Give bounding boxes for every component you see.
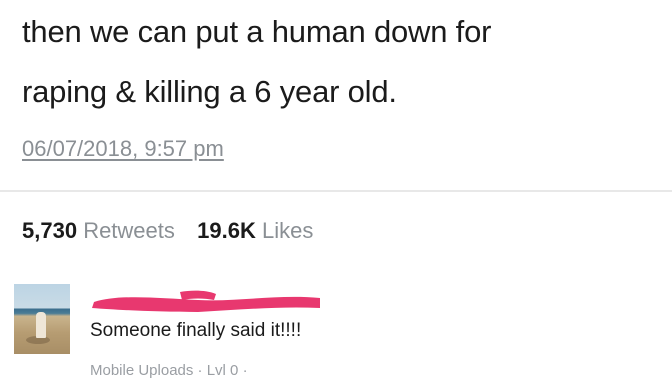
tweet-text-line-2: raping & killing a 6 year old.	[22, 74, 397, 109]
tweet-text-line-1: then we can put a human down for	[22, 14, 492, 49]
comment-meta: Mobile Uploads · Lvl 0 ·	[90, 362, 248, 379]
tweet-text: then we can put a human down for raping …	[22, 2, 662, 122]
comment-text: Someone finally said it!!!!	[90, 320, 302, 341]
tweet-stats: 5,730 Retweets 19.6K Likes	[22, 218, 313, 244]
comment: Someone finally said it!!!! Mobile Uploa…	[0, 262, 672, 379]
likes-label[interactable]: Likes	[262, 218, 313, 243]
avatar-figure	[36, 312, 46, 338]
tweet-timestamp-link[interactable]: 06/07/2018, 9:57 pm	[22, 136, 224, 162]
retweets-label[interactable]: Retweets	[83, 218, 175, 243]
redacted-commenter-name	[92, 290, 320, 312]
tweet-screenshot: { "tweet": { "text_line_1": "then we can…	[0, 0, 672, 379]
retweets-count[interactable]: 5,730	[22, 218, 77, 243]
commenter-avatar[interactable]	[14, 284, 70, 354]
divider	[0, 190, 672, 192]
likes-count[interactable]: 19.6K	[197, 218, 256, 243]
